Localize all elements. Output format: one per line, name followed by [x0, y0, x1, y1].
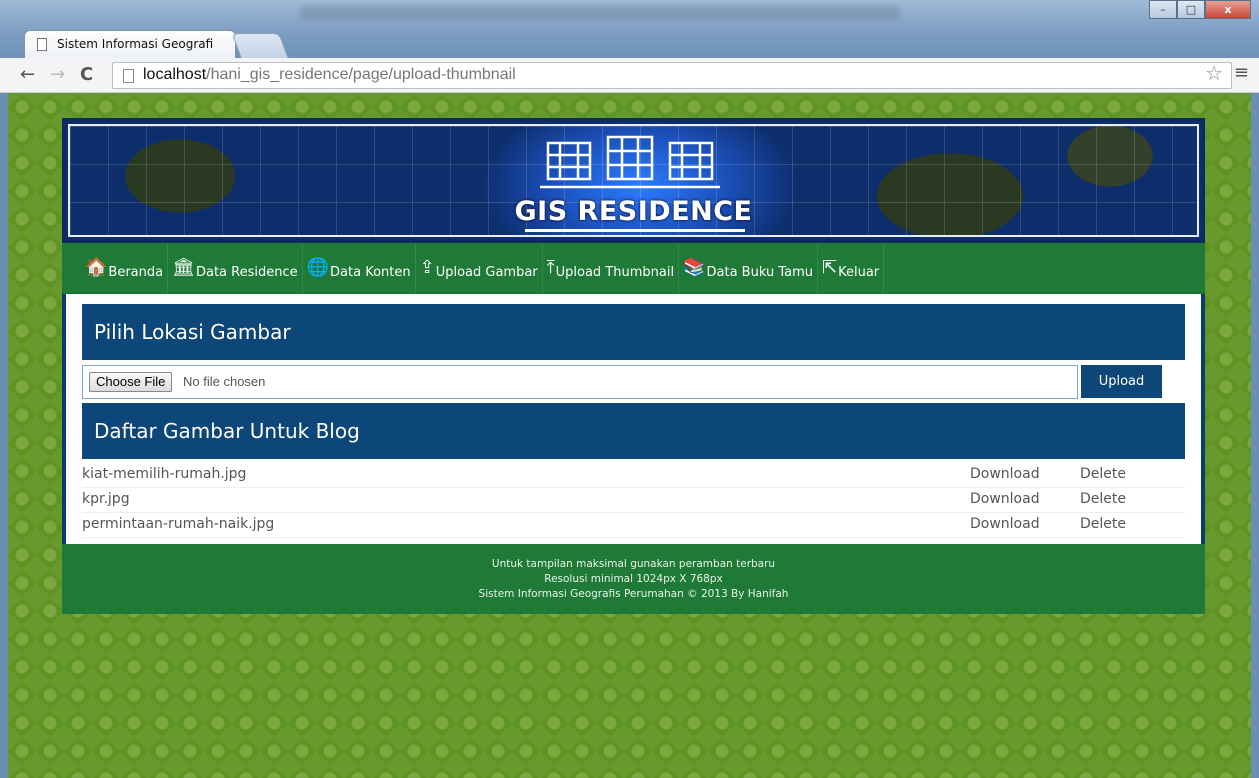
site-footer: Untuk tampilan maksimal gunakan peramban… [62, 544, 1205, 614]
url-text: localhost/hani_gis_residence/page/upload… [143, 66, 516, 84]
menu-item-label: Data Residence [195, 265, 298, 280]
menu-item-label: Upload Gambar [435, 265, 538, 280]
download-link[interactable]: Download [970, 516, 1040, 532]
list-item: kiat-memilih-rumah.jpg Download Delete [82, 463, 1185, 488]
main-content: Pilih Lokasi Gambar Choose File No file … [62, 294, 1205, 544]
menu-item-beranda[interactable]: 🏠 Beranda [81, 243, 169, 294]
footer-line-2: Resolusi minimal 1024px X 768px [544, 573, 723, 585]
minimize-button[interactable]: – [1149, 0, 1177, 19]
footer-line-1: Untuk tampilan maksimal gunakan peramban… [491, 558, 776, 570]
url-path: /hani_gis_residence/page/upload-thumbnai… [206, 66, 516, 83]
cloud-upload-icon: ⇪ [419, 257, 435, 278]
bank-icon: 🏛 [172, 257, 195, 278]
window-titlebar: Sistem Informasi Geografi × – □ x [0, 0, 1259, 58]
address-bar[interactable]: localhost/hani_gis_residence/page/upload… [112, 62, 1232, 89]
reload-icon[interactable]: C [80, 66, 93, 84]
file-list: kiat-memilih-rumah.jpg Download Delete k… [82, 459, 1185, 538]
home-icon: 🏠 [85, 257, 108, 278]
url-host: localhost [143, 66, 207, 83]
tab-title: Sistem Informasi Geografi [57, 37, 214, 51]
file-name: kpr.jpg [82, 491, 130, 507]
site-wrapper: GIS RESIDENCE 🏠 Beranda 🏛 Data Residence… [62, 118, 1205, 614]
delete-link[interactable]: Delete [1080, 491, 1126, 507]
upload-button[interactable]: Upload [1081, 365, 1162, 398]
list-heading: Daftar Gambar Untuk Blog [82, 403, 1185, 459]
menu-item-label: Upload Thumbnail [555, 265, 675, 280]
menu-item-upload-gambar[interactable]: ⇪ Upload Gambar [416, 243, 543, 294]
choose-file-button[interactable]: Choose File [89, 372, 173, 392]
file-name: permintaan-rumah-naik.jpg [82, 516, 275, 532]
buildings-logo-icon [540, 135, 720, 189]
banner-title-underline [525, 229, 745, 232]
menu-item-label: Data Buku Tamu [706, 265, 814, 280]
upload-heading: Pilih Lokasi Gambar [82, 304, 1185, 360]
page-icon [123, 69, 134, 83]
window-title-blurred [300, 6, 900, 20]
page-icon [37, 38, 47, 51]
page-viewport: GIS RESIDENCE 🏠 Beranda 🏛 Data Residence… [8, 93, 1251, 778]
menu-item-label: Keluar [838, 265, 880, 280]
chrome-menu-icon[interactable]: ≡ [1234, 62, 1249, 83]
list-item: permintaan-rumah-naik.jpg Download Delet… [82, 513, 1185, 538]
forward-arrow-icon[interactable]: → [50, 66, 65, 84]
globe-icon: 🌐 [306, 257, 330, 278]
file-input[interactable]: Choose File No file chosen [82, 365, 1078, 399]
upload-icon: ⤒ [546, 257, 555, 278]
books-icon: 📚 [683, 257, 706, 278]
download-link[interactable]: Download [970, 491, 1040, 507]
maximize-button[interactable]: □ [1177, 0, 1205, 19]
site-banner: GIS RESIDENCE [62, 118, 1205, 243]
bookmark-star-icon[interactable]: ☆ [1205, 61, 1223, 85]
no-file-text: No file chosen [183, 374, 266, 389]
browser-toolbar: ← → C localhost/hani_gis_residence/page/… [0, 58, 1259, 93]
menu-item-data-konten[interactable]: 🌐 Data Konten [303, 243, 416, 294]
logout-icon: ⇱ [822, 257, 838, 278]
banner-title: GIS RESIDENCE [514, 196, 753, 227]
window-controls: – □ x [1149, 0, 1251, 19]
main-menu: 🏠 Beranda 🏛 Data Residence 🌐 Data Konten… [62, 243, 1205, 294]
delete-link[interactable]: Delete [1080, 466, 1126, 482]
menu-item-upload-thumbnail[interactable]: ⤒ Upload Thumbnail [543, 243, 680, 294]
menu-item-label: Data Konten [330, 265, 411, 280]
menu-item-keluar[interactable]: ⇱ Keluar [818, 243, 885, 294]
menu-item-data-buku-tamu[interactable]: 📚 Data Buku Tamu [679, 243, 818, 294]
upload-form: Choose File No file chosen Upload [82, 360, 1185, 403]
close-window-button[interactable]: x [1205, 0, 1251, 19]
menu-item-data-residence[interactable]: 🏛 Data Residence [168, 243, 303, 294]
footer-line-3: Sistem Informasi Geografis Perumahan © 2… [478, 588, 789, 600]
new-tab-button[interactable] [231, 33, 289, 58]
download-link[interactable]: Download [970, 466, 1040, 482]
browser-tab-active[interactable]: Sistem Informasi Geografi × [24, 30, 246, 58]
delete-link[interactable]: Delete [1080, 516, 1126, 532]
file-name: kiat-memilih-rumah.jpg [82, 466, 247, 482]
back-arrow-icon[interactable]: ← [20, 66, 35, 84]
menu-item-label: Beranda [108, 265, 164, 280]
list-item: kpr.jpg Download Delete [82, 488, 1185, 513]
